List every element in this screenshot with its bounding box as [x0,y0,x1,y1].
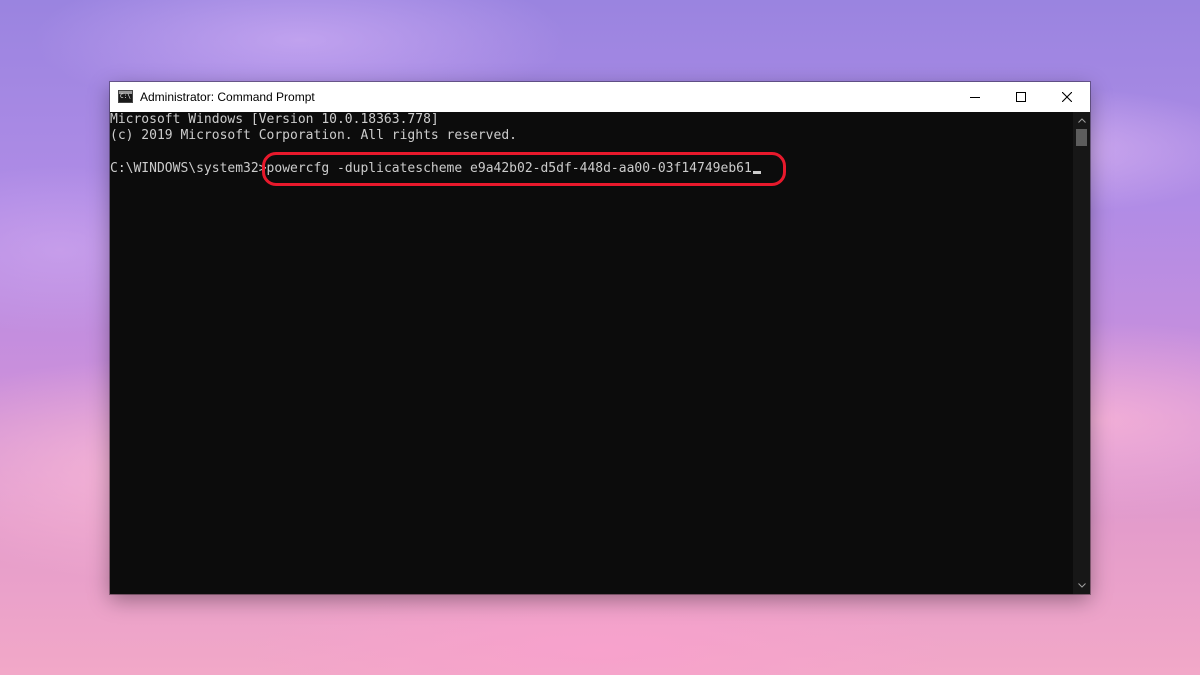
console-prompt: C:\WINDOWS\system32> [110,161,267,176]
chevron-up-icon [1077,118,1086,123]
maximize-icon [1016,92,1026,102]
cmd-icon[interactable] [118,90,133,103]
scroll-thumb[interactable] [1076,129,1087,146]
command-prompt-window: Administrator: Command Prompt Microsoft … [110,82,1090,594]
console-command-line[interactable]: C:\WINDOWS\system32>powercfg -duplicates… [110,161,761,177]
console-output[interactable]: Microsoft Windows [Version 10.0.18363.77… [110,112,1073,594]
chevron-down-icon [1077,583,1086,588]
maximize-button[interactable] [998,82,1044,112]
text-cursor [752,171,761,174]
minimize-button[interactable] [952,82,998,112]
title-bar[interactable]: Administrator: Command Prompt [110,82,1090,112]
close-button[interactable] [1044,82,1090,112]
scroll-up-button[interactable] [1073,112,1090,129]
close-icon [1062,92,1072,102]
vertical-scrollbar[interactable] [1073,112,1090,594]
scroll-down-button[interactable] [1073,577,1090,594]
minimize-icon [970,97,980,98]
console-line-version: Microsoft Windows [Version 10.0.18363.77… [110,112,439,127]
console-command-text[interactable]: powercfg -duplicatescheme e9a42b02-d5df-… [267,161,752,176]
window-title: Administrator: Command Prompt [140,90,315,104]
console-line-copyright: (c) 2019 Microsoft Corporation. All righ… [110,128,517,143]
